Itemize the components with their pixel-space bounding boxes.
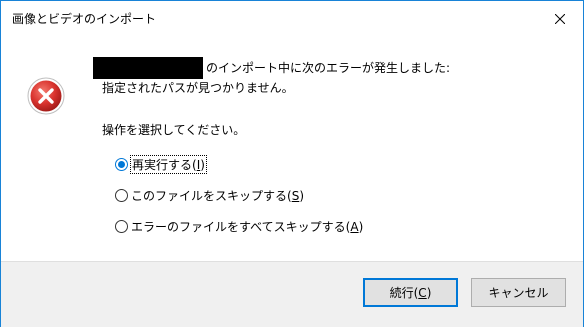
close-icon (555, 14, 565, 24)
error-icon (27, 77, 65, 115)
window-title: 画像とビデオのインポート (12, 12, 157, 26)
option-retry-label: 再実行する(I) (130, 154, 207, 174)
dialog-window: 画像とビデオのインポート のインポート中に次のエラーが発生しました: 指定された… (0, 0, 584, 327)
continue-button[interactable]: 続行(C) (363, 278, 458, 307)
option-retry[interactable]: 再実行する(I) (115, 154, 207, 174)
radio-skip-file[interactable] (115, 188, 128, 202)
option-skip-file-label: このファイルをスキップする(S) (131, 188, 304, 203)
radio-skip-all-errors[interactable] (115, 219, 128, 233)
button-bar: 続行(C) キャンセル (1, 261, 583, 327)
message-line-2: 指定されたパスが見つかりません。 (102, 81, 294, 95)
redacted-source-name (93, 57, 203, 79)
option-skip-file[interactable]: このファイルをスキップする(S) (115, 185, 304, 205)
message-line-1-text: のインポート中に次のエラーが発生しました: (206, 61, 451, 75)
close-button[interactable] (537, 1, 583, 37)
radio-retry[interactable] (115, 157, 128, 171)
option-skip-all-errors-label: エラーのファイルをすべてスキップする(A) (131, 219, 364, 234)
option-skip-all-errors[interactable]: エラーのファイルをすべてスキップする(A) (115, 216, 363, 236)
cancel-button[interactable]: キャンセル (471, 278, 566, 307)
action-prompt: 操作を選択してください。 (102, 123, 246, 137)
title-bar: 画像とビデオのインポート (1, 1, 583, 37)
